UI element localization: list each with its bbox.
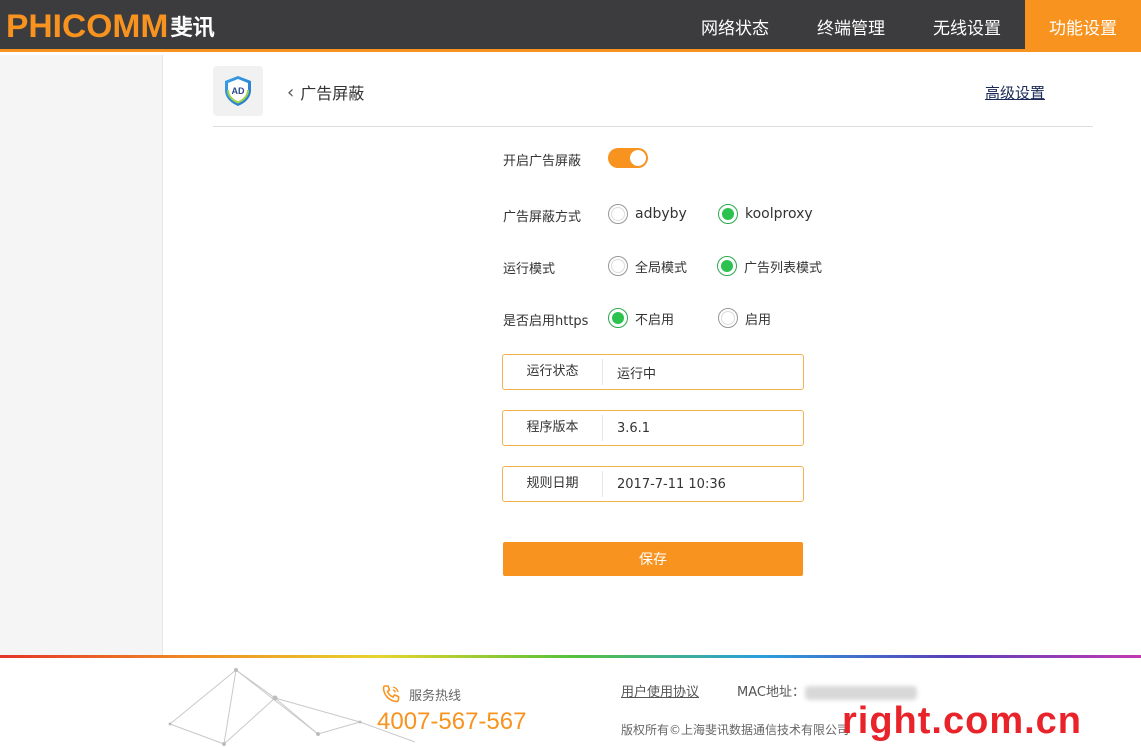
- watermark: right.com.cn: [842, 700, 1083, 742]
- mac-label: MAC地址：: [737, 685, 805, 700]
- radio-label: 启用: [745, 312, 772, 328]
- radio-https-disabled[interactable]: 不启用: [608, 308, 674, 328]
- save-button[interactable]: 保存: [503, 542, 803, 576]
- radio-label: 全局模式: [635, 260, 688, 276]
- enable-adblock-toggle[interactable]: [608, 148, 648, 168]
- radio-circle: [608, 256, 628, 276]
- toggle-knob: [630, 150, 646, 166]
- brand-logo: PHICOMM 斐讯: [6, 8, 215, 44]
- logo-text-en: PHICOMM: [6, 7, 169, 44]
- nav-device-management[interactable]: 终端管理: [793, 0, 909, 52]
- advanced-settings-link[interactable]: 高级设置: [985, 82, 1045, 103]
- radio-circle: [717, 256, 737, 276]
- copyright: 版权所有©上海斐讯数据通信技术有限公司: [621, 723, 850, 737]
- radio-global-mode[interactable]: 全局模式: [608, 256, 687, 276]
- title-divider: [213, 126, 1093, 127]
- service-hotline: 服务热线: [381, 684, 461, 704]
- radio-label: koolproxy: [745, 206, 813, 222]
- ad-icon-text: AD: [232, 86, 245, 96]
- main-nav: 网络状态 终端管理 无线设置 功能设置: [677, 0, 1141, 52]
- rule-date-field: 规则日期 2017-7-11 10:36: [502, 466, 804, 502]
- radio-adbyby[interactable]: adbyby: [608, 204, 687, 224]
- radio-circle: [608, 204, 628, 224]
- radio-circle: [718, 308, 738, 328]
- radio-label: 不启用: [635, 312, 675, 328]
- version-key: 程序版本: [503, 415, 603, 441]
- hotline-number: 4007-567-567: [377, 708, 527, 735]
- left-sidebar: [0, 55, 163, 656]
- enable-label: 开启广告屏蔽: [503, 154, 582, 169]
- radio-label: adbyby: [635, 206, 687, 222]
- rule-date-key: 规则日期: [503, 471, 603, 497]
- nav-wireless-settings[interactable]: 无线设置: [909, 0, 1025, 52]
- status-field: 运行状态 运行中: [502, 354, 804, 390]
- radio-koolproxy[interactable]: koolproxy: [718, 204, 813, 224]
- chevron-left-icon: ‹: [287, 81, 295, 103]
- rule-date-value: 2017-7-11 10:36: [617, 476, 726, 492]
- hotline-label: 服务热线: [409, 688, 462, 704]
- back-button[interactable]: ‹ 广告屏蔽: [287, 80, 364, 104]
- mac-address: MAC地址：: [737, 681, 917, 700]
- mode-label: 运行模式: [503, 262, 556, 277]
- version-value: 3.6.1: [617, 420, 651, 436]
- user-agreement-link[interactable]: 用户使用协议: [621, 681, 699, 700]
- top-header: PHICOMM 斐讯 网络状态 终端管理 无线设置 功能设置: [0, 0, 1141, 52]
- radio-circle: [718, 204, 738, 224]
- phone-icon: [382, 685, 400, 703]
- ad-shield-icon: AD: [213, 66, 263, 116]
- page-title: 广告屏蔽: [300, 84, 365, 103]
- method-label: 广告屏蔽方式: [503, 210, 582, 225]
- nav-network-status[interactable]: 网络状态: [677, 0, 793, 52]
- radio-circle: [608, 308, 628, 328]
- version-field: 程序版本 3.6.1: [502, 410, 804, 446]
- status-value: 运行中: [617, 366, 657, 382]
- radio-adlist-mode[interactable]: 广告列表模式: [717, 256, 822, 276]
- mac-value-blurred: [804, 685, 917, 700]
- https-label: 是否启用https: [503, 314, 589, 329]
- nav-feature-settings[interactable]: 功能设置: [1025, 0, 1141, 52]
- status-key: 运行状态: [503, 359, 603, 385]
- radio-https-enabled[interactable]: 启用: [718, 308, 771, 328]
- radio-label: 广告列表模式: [744, 260, 823, 276]
- logo-text-cn: 斐讯: [170, 16, 215, 41]
